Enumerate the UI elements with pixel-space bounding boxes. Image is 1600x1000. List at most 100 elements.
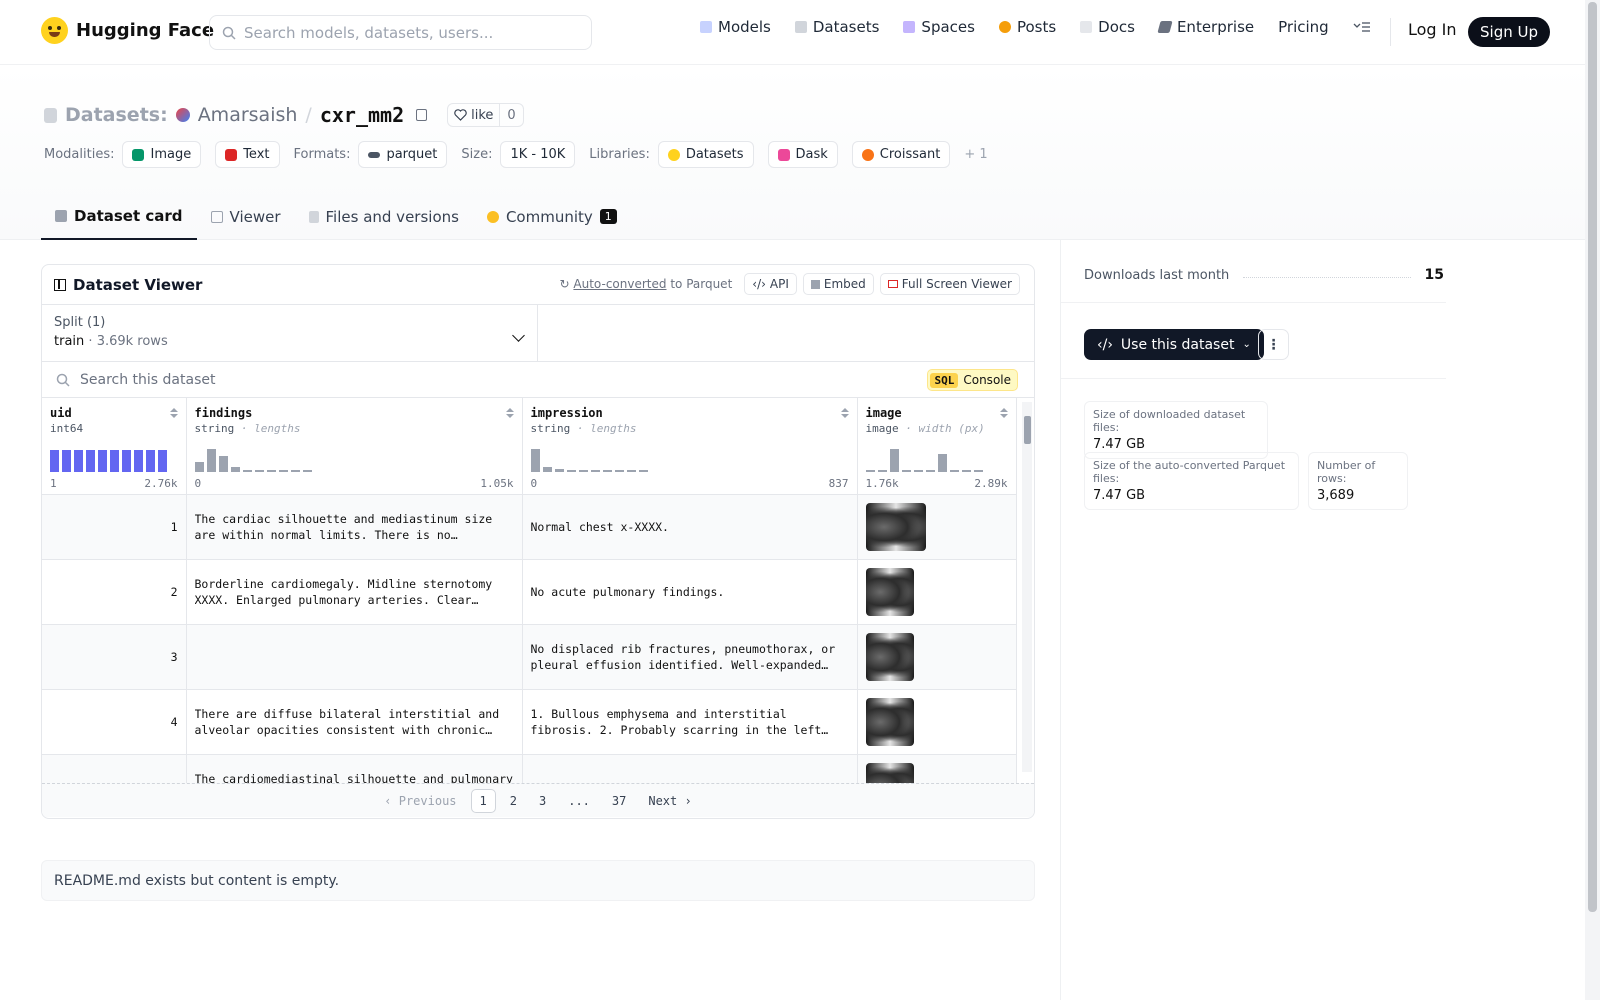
sort-icon[interactable] — [840, 408, 849, 420]
table-scrollbar[interactable] — [1022, 402, 1032, 772]
cell-uid[interactable] — [42, 754, 187, 783]
histogram-bar[interactable] — [266, 469, 276, 472]
global-search[interactable] — [209, 15, 592, 50]
column-header-image[interactable]: image image · width (px) 1.76k 2.89k — [857, 398, 1017, 495]
tag-dask[interactable]: Dask — [767, 141, 838, 168]
histogram-bar[interactable] — [877, 469, 887, 472]
histogram-bar[interactable] — [206, 448, 216, 472]
tag-image[interactable]: Image — [122, 141, 202, 168]
tag-size[interactable]: 1K - 10K — [500, 141, 576, 168]
xray-thumbnail[interactable] — [865, 697, 914, 746]
histogram-bar[interactable] — [566, 469, 576, 472]
histogram-bar[interactable] — [146, 449, 155, 472]
sort-icon[interactable] — [999, 408, 1008, 420]
nav-spaces[interactable]: Spaces — [903, 18, 975, 36]
more-options-button[interactable]: ⋮ — [1258, 329, 1289, 360]
page-scrollbar[interactable] — [1585, 0, 1600, 1000]
autoconverted-link[interactable]: Auto-converted — [573, 277, 666, 291]
cell-uid[interactable]: 3 — [42, 624, 187, 690]
histogram-bar[interactable] — [913, 469, 923, 472]
login-link[interactable]: Log In — [1408, 20, 1457, 39]
histogram-bar[interactable] — [602, 469, 612, 472]
section-label[interactable]: Datasets: — [65, 104, 168, 126]
sort-icon[interactable] — [505, 408, 514, 420]
cell-impression[interactable]: 1. Bullous emphysema and interstitial fi… — [522, 689, 858, 755]
dataset-search-input[interactable] — [80, 371, 680, 388]
tag-text[interactable]: Text — [215, 141, 280, 168]
histogram-bar[interactable] — [614, 469, 624, 472]
histogram-bar[interactable] — [158, 449, 167, 472]
tag-datasets-lib[interactable]: Datasets — [657, 141, 754, 168]
table-row[interactable]: The cardiomediastinal silhouette and pul… — [42, 754, 1017, 783]
histogram-bar[interactable] — [590, 469, 600, 472]
cell-impression[interactable]: No displaced rib fractures, pneumothorax… — [522, 624, 858, 690]
cell-uid[interactable]: 1 — [42, 494, 187, 560]
like-button[interactable]: like 0 — [447, 103, 524, 127]
histogram-bar[interactable] — [134, 449, 143, 472]
api-button[interactable]: ‹/› API — [744, 273, 797, 295]
cell-image[interactable] — [857, 559, 1017, 625]
histogram-bar[interactable] — [290, 469, 300, 472]
histogram-bar[interactable] — [74, 449, 83, 472]
global-search-input[interactable] — [244, 23, 574, 42]
cell-findings[interactable]: The cardiac silhouette and mediastinum s… — [186, 494, 523, 560]
repo-name[interactable]: cxr_mm2 — [320, 103, 404, 127]
cell-uid[interactable]: 2 — [42, 559, 187, 625]
nav-pricing[interactable]: Pricing — [1278, 18, 1329, 36]
page-3[interactable]: 3 — [531, 790, 554, 812]
tag-croissant[interactable]: Croissant — [851, 141, 951, 168]
histogram-bar[interactable] — [122, 449, 131, 472]
page-1[interactable]: 1 — [470, 788, 496, 813]
page-last[interactable]: 37 — [604, 790, 634, 812]
cell-image[interactable] — [857, 754, 1017, 783]
fullscreen-button[interactable]: Full Screen Viewer — [879, 273, 1020, 295]
histogram-bar[interactable] — [194, 461, 204, 472]
cell-findings[interactable]: The cardiomediastinal silhouette and pul… — [186, 754, 523, 783]
histogram-bar[interactable] — [901, 469, 911, 472]
histogram-bar[interactable] — [925, 469, 935, 472]
column-header-uid[interactable]: uid int64 1 2.76k — [42, 398, 187, 495]
histogram-bar[interactable] — [242, 469, 252, 472]
cell-impression[interactable]: No acute pulmonary findings. — [522, 559, 858, 625]
tab-dataset-card[interactable]: Dataset card — [41, 193, 197, 240]
sort-icon[interactable] — [169, 408, 178, 420]
histogram-bar[interactable] — [230, 466, 240, 472]
histogram-bar[interactable] — [961, 469, 971, 472]
histogram-bar[interactable] — [110, 449, 119, 472]
table-row[interactable]: 3 No displaced rib fractures, pneumothora… — [42, 624, 1017, 690]
tab-community[interactable]: Community 1 — [473, 193, 631, 240]
tab-files[interactable]: Files and versions — [295, 193, 473, 240]
signup-button[interactable]: Sign Up — [1468, 17, 1550, 47]
histogram-bar[interactable] — [626, 469, 636, 472]
tab-viewer[interactable]: Viewer — [197, 193, 295, 240]
nav-more-menu[interactable] — [1353, 21, 1371, 33]
xray-thumbnail[interactable] — [865, 762, 914, 783]
histogram-bar[interactable] — [638, 469, 648, 472]
cell-impression[interactable] — [522, 754, 858, 783]
histogram-bar[interactable] — [554, 468, 564, 472]
more-libraries[interactable]: + 1 — [964, 147, 987, 162]
copy-icon[interactable] — [416, 109, 428, 121]
histogram-bar[interactable] — [302, 469, 312, 472]
xray-thumbnail[interactable] — [865, 632, 914, 681]
nav-datasets[interactable]: Datasets — [794, 18, 879, 36]
page-2[interactable]: 2 — [502, 790, 525, 812]
histogram-bar[interactable] — [949, 469, 959, 472]
nav-posts[interactable]: Posts — [998, 18, 1056, 36]
embed-button[interactable]: Embed — [802, 273, 874, 295]
histogram-bar[interactable] — [254, 469, 264, 472]
histogram-bar[interactable] — [86, 449, 95, 472]
nav-enterprise[interactable]: Enterprise — [1157, 18, 1254, 36]
table-row[interactable]: 2 Borderline cardiomegaly. Midline sterno… — [42, 559, 1017, 625]
histogram-bar[interactable] — [889, 448, 899, 472]
histogram-bar[interactable] — [50, 449, 59, 472]
histogram-bar[interactable] — [578, 469, 588, 472]
xray-thumbnail[interactable] — [865, 567, 914, 616]
next-page-button[interactable]: Next › — [640, 790, 699, 812]
cell-findings[interactable]: Borderline cardiomegaly. Midline sternot… — [186, 559, 523, 625]
table-row[interactable]: 1 The cardiac silhouette and mediastinum … — [42, 494, 1017, 560]
cell-impression[interactable]: Normal chest x-XXXX. — [522, 494, 858, 560]
histogram-bar[interactable] — [973, 469, 983, 472]
cell-image[interactable] — [857, 624, 1017, 690]
nav-docs[interactable]: Docs — [1080, 18, 1135, 36]
